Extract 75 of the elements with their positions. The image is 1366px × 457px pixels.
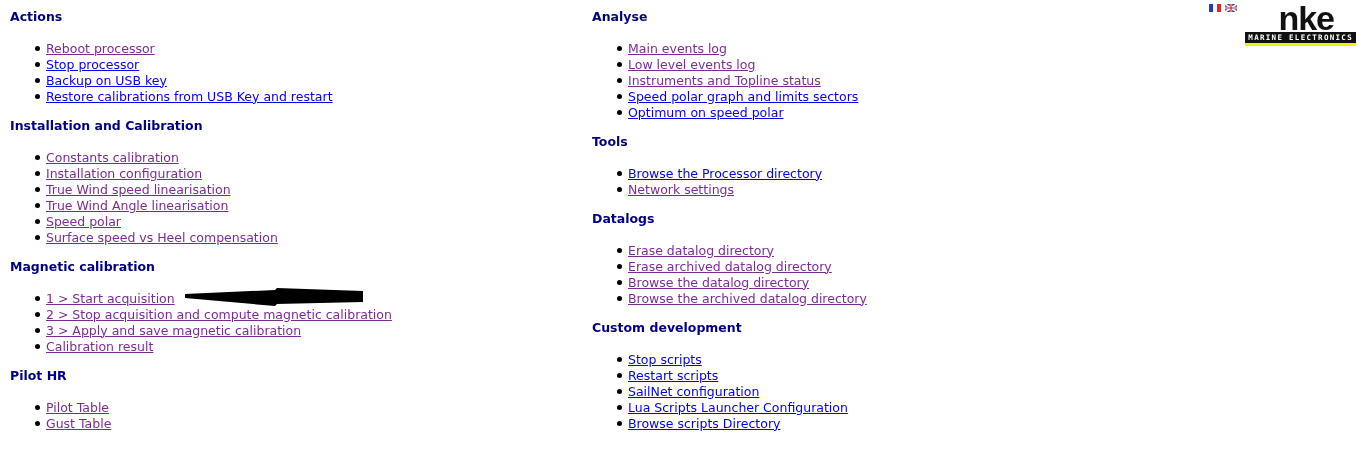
bullet-icon — [35, 202, 40, 208]
menu-link[interactable]: Speed polar graph and limits sectors — [628, 88, 859, 104]
bullet-icon — [617, 279, 622, 285]
bullet-icon — [617, 45, 622, 51]
menu-link[interactable]: 3 > Apply and save magnetic calibration — [46, 322, 302, 338]
bullet-icon — [35, 327, 40, 333]
menu-link[interactable]: True Wind Angle linearisation — [46, 197, 229, 213]
bullet-icon — [617, 186, 622, 192]
bullet-icon — [617, 420, 622, 426]
bullet-icon — [35, 154, 40, 160]
menu-link[interactable]: Gust Table — [46, 415, 112, 431]
bullet-icon — [617, 247, 622, 253]
menu-link[interactable]: True Wind speed linearisation — [46, 181, 231, 197]
section-heading: Pilot HR — [10, 368, 68, 384]
bullet-icon — [35, 234, 40, 240]
menu-link[interactable]: Calibration result — [46, 338, 154, 354]
menu-link[interactable]: Erase datalog directory — [628, 242, 774, 258]
menu-link[interactable]: Stop scripts — [628, 351, 702, 367]
menu-link[interactable]: Instruments and Topline status — [628, 72, 821, 88]
bullet-icon — [35, 77, 40, 83]
bullet-icon — [617, 388, 622, 394]
logo-wordmark: nke — [1278, 4, 1334, 32]
menu-link[interactable]: Installation configuration — [46, 165, 203, 181]
british-flag-icon[interactable] — [1225, 4, 1238, 12]
bullet-icon — [617, 356, 622, 362]
menu-link[interactable]: Pilot Table — [46, 399, 110, 415]
menu-link[interactable]: Browse the datalog directory — [628, 274, 810, 290]
menu-link[interactable]: Restore calibrations from USB Key and restart — [46, 88, 333, 104]
menu-link[interactable]: SailNet configuration — [628, 383, 760, 399]
menu-link[interactable]: 2 > Stop acquisition and compute magnetic calibration — [46, 306, 392, 322]
menu-link[interactable]: Main events log — [628, 40, 727, 56]
menu-link[interactable]: Restart scripts — [628, 367, 719, 383]
menu-link[interactable]: Stop processor — [46, 56, 140, 72]
section-heading: Tools — [592, 134, 629, 150]
section-heading: Analyse — [592, 9, 649, 25]
menu-link[interactable]: Backup on USB key — [46, 72, 167, 88]
menu-link[interactable]: 1 > Start acquisition — [46, 290, 175, 306]
menu-link[interactable]: Optimum on speed polar — [628, 104, 784, 120]
bullet-icon — [617, 170, 622, 176]
bullet-icon — [35, 93, 40, 99]
bullet-icon — [35, 61, 40, 67]
bullet-icon — [35, 45, 40, 51]
section-heading: Actions — [10, 9, 64, 25]
section-heading: Custom development — [592, 320, 743, 336]
menu-link[interactable]: Constants calibration — [46, 149, 179, 165]
menu-link[interactable]: Browse the Processor directory — [628, 165, 823, 181]
section-heading: Datalogs — [592, 211, 656, 227]
bullet-icon — [617, 295, 622, 301]
bullet-icon — [617, 93, 622, 99]
bullet-icon — [35, 343, 40, 349]
bullet-icon — [617, 109, 622, 115]
bullet-icon — [617, 372, 622, 378]
bullet-icon — [617, 61, 622, 67]
bullet-icon — [35, 295, 40, 301]
menu-link[interactable]: Reboot processor — [46, 40, 155, 56]
menu-link[interactable]: Browse the archived datalog directory — [628, 290, 867, 306]
menu-link[interactable]: Network settings — [628, 181, 734, 197]
french-flag-icon[interactable] — [1209, 4, 1222, 12]
bullet-icon — [35, 170, 40, 176]
bullet-icon — [35, 404, 40, 410]
bullet-icon — [617, 404, 622, 410]
menu-link[interactable]: Low level events log — [628, 56, 756, 72]
section-heading: Installation and Calibration — [10, 118, 204, 134]
section-heading: Magnetic calibration — [10, 259, 156, 275]
menu-link[interactable]: Lua Scripts Launcher Configuration — [628, 399, 848, 415]
menu-link[interactable]: Speed polar — [46, 213, 121, 229]
bullet-icon — [35, 311, 40, 317]
menu-link[interactable]: Browse scripts Directory — [628, 415, 781, 431]
menu-link[interactable]: Erase archived datalog directory — [628, 258, 832, 274]
bullet-icon — [617, 263, 622, 269]
bullet-icon — [35, 218, 40, 224]
menu-link[interactable]: Surface speed vs Heel compensation — [46, 229, 278, 245]
bullet-icon — [35, 186, 40, 192]
bullet-icon — [35, 420, 40, 426]
bullet-icon — [617, 77, 622, 83]
